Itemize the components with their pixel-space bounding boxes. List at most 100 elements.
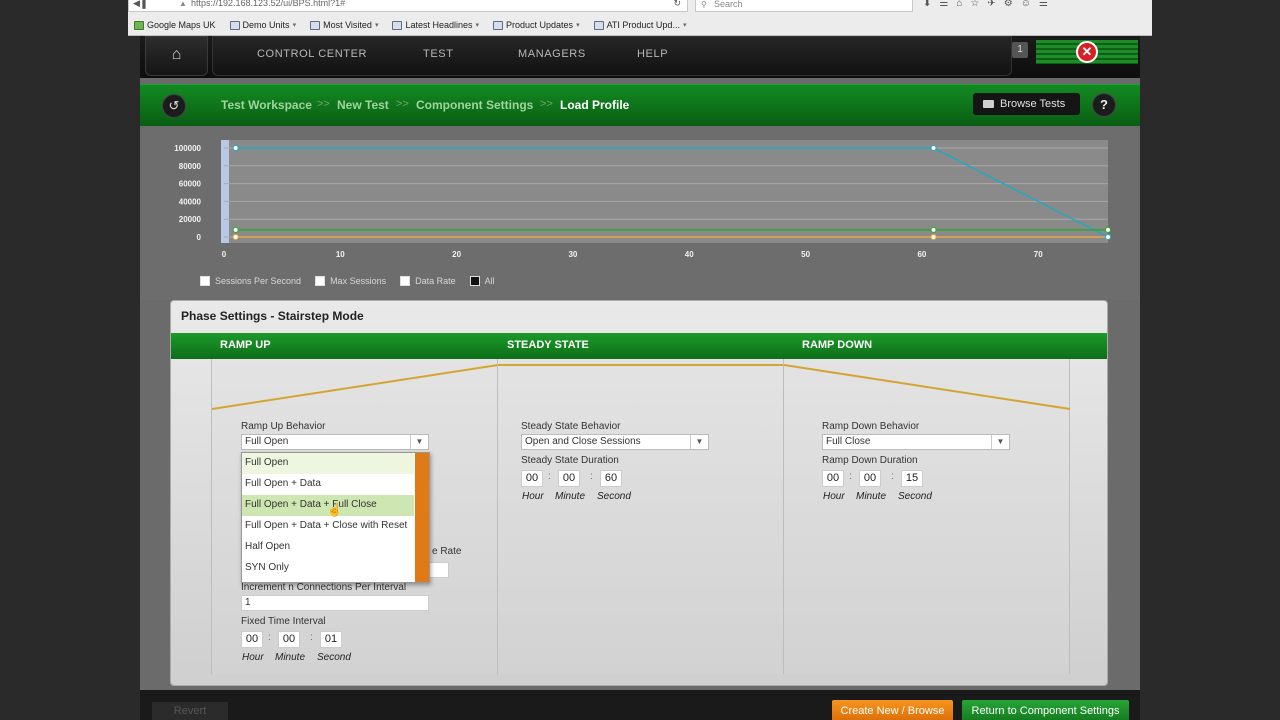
second-unit-label: Second (898, 491, 932, 502)
x-tick-label: 60 (917, 250, 926, 259)
ramp-down-second-field[interactable]: 15 (901, 470, 923, 487)
url-text: https://192.168.123.52/ui/BPS.html?1# (191, 0, 346, 8)
chevron-down-icon: ▾ (475, 22, 480, 29)
breadcrumb-new-test[interactable]: New Test (337, 98, 389, 112)
data-point (930, 226, 937, 233)
menu-managers[interactable]: MANAGERS (518, 48, 586, 60)
menu-help[interactable]: HELP (637, 48, 668, 60)
steady-second-field[interactable]: 60 (600, 470, 622, 487)
x-tick-label: 10 (336, 250, 345, 259)
dropdown-scrollbar[interactable] (415, 453, 429, 582)
x-tick-label: 50 (801, 250, 810, 259)
dropdown-option-full-open-data[interactable]: Full Open + Data (242, 474, 414, 495)
plot-background (224, 140, 1108, 243)
lock-icon: ▲ (179, 0, 187, 8)
browse-tests-label: Browse Tests (1000, 98, 1066, 110)
back-forward-icon[interactable]: ◀ ▌ (133, 0, 149, 9)
breadcrumb-component-settings[interactable]: Component Settings (416, 98, 533, 112)
steady-state-behavior-select[interactable]: Open and Close Sessions ▼ (521, 434, 709, 450)
y-tick-label: 20000 (179, 215, 202, 224)
phase-header-bar: RAMP UP STEADY STATE RAMP DOWN (171, 333, 1107, 359)
data-point (232, 226, 239, 233)
back-button[interactable]: ↺ (162, 94, 186, 118)
folder-icon (229, 20, 240, 30)
checkbox[interactable] (469, 276, 480, 286)
hidden-rate-field[interactable] (429, 562, 449, 578)
chevron-down-icon[interactable]: ▼ (991, 435, 1009, 449)
ramp-down-minute-field[interactable]: 00 (859, 470, 881, 487)
chevron-down-icon[interactable]: ▼ (410, 435, 428, 449)
load-profile-chart: 0 20000 40000 60000 80000 100000 0 10 20 30 40 50 60… (140, 128, 1140, 300)
bookmark-product-updates[interactable]: Product Updates ▾ (493, 17, 580, 33)
ramp-down-hour-field[interactable]: 00 (822, 470, 844, 487)
help-button[interactable]: ? (1092, 93, 1116, 117)
chevron-down-icon: ▾ (682, 22, 687, 29)
data-point (1105, 234, 1111, 240)
bottom-action-bar: Revert Create New / Browse Return to Com… (140, 690, 1140, 720)
checkbox[interactable] (315, 276, 326, 286)
menu-control-center[interactable]: CONTROL CENTER (257, 48, 367, 60)
notification-badge[interactable]: 1 (1012, 42, 1028, 58)
dropdown-option-full-open-data-close-reset[interactable]: Full Open + Data + Close with Reset (242, 516, 414, 537)
steady-state-profile-line (498, 364, 784, 366)
ramp-up-behavior-value: Full Open (245, 436, 289, 447)
increment-connections-input[interactable]: 1 (241, 595, 429, 611)
chevron-down-icon: ▾ (374, 22, 379, 29)
return-to-component-settings-button[interactable]: Return to Component Settings (962, 700, 1129, 720)
breadcrumb: ↺ Test Workspace >> New Test >> Componen… (140, 84, 1140, 126)
y-tick-label: 60000 (179, 180, 202, 189)
checkbox[interactable] (200, 276, 210, 286)
ramp-down-behavior-select[interactable]: Full Close ▼ (822, 434, 1010, 450)
bookmark-label: Most Visited (323, 20, 372, 30)
close-button[interactable]: ✕ (1076, 41, 1098, 63)
dropdown-option-full-open[interactable]: Full Open (242, 453, 414, 474)
ramp-up-behavior-select[interactable]: Full Open ▼ (241, 434, 429, 450)
dropdown-option-half-open[interactable]: Half Open (242, 537, 414, 558)
folder-icon (310, 20, 321, 30)
checkbox[interactable] (400, 276, 411, 286)
ramp-down-behavior-value: Full Close (826, 436, 871, 447)
x-tick-label: 0 (222, 250, 227, 259)
interval-hour-field[interactable]: 00 (241, 631, 263, 648)
hour-unit-label: Hour (242, 652, 264, 663)
legend-max-sessions[interactable]: Max Sessions (315, 276, 386, 286)
legend-sessions-per-second[interactable]: Sessions Per Second (200, 276, 301, 286)
chevron-down-icon[interactable]: ▼ (690, 435, 708, 449)
interval-second-field[interactable]: 01 (320, 631, 342, 648)
browse-tests-button[interactable]: Browse Tests (973, 93, 1080, 115)
ramp-down-behavior-label: Ramp Down Behavior (822, 421, 920, 432)
chevron-down-icon: ▾ (576, 22, 580, 29)
phase-header-ramp-up: RAMP UP (220, 339, 271, 351)
legend-all[interactable]: All (469, 276, 495, 286)
home-icon: ⌂ (171, 46, 182, 63)
bookmark-most-visited[interactable]: Most Visited ▾ (310, 17, 378, 33)
fixed-time-interval-label: Fixed Time Interval (241, 616, 326, 627)
hand-cursor-icon: ☝ (327, 503, 342, 517)
dropdown-option-syn-only[interactable]: SYN Only (242, 558, 414, 579)
x-tick-label: 30 (568, 250, 577, 259)
ramp-up-behavior-label: Ramp Up Behavior (241, 421, 326, 432)
time-separator: : (268, 632, 271, 643)
breadcrumb-test-workspace[interactable]: Test Workspace (221, 98, 312, 112)
ramp-up-profile-line (212, 364, 499, 410)
browser-toolbar-icons[interactable]: ⬇☰⌂☆✈⚙☺☰ (923, 0, 1056, 9)
create-new-browse-button[interactable]: Create New / Browse (832, 700, 953, 720)
home-button[interactable]: ⌂ (145, 36, 208, 76)
bookmark-latest-headlines[interactable]: Latest Headlines ▾ (392, 17, 479, 33)
phase-header-ramp-down: RAMP DOWN (802, 339, 873, 351)
url-bar[interactable]: ◀ ▌ ▲ https://192.168.123.52/ui/BPS.html… (128, 0, 688, 12)
menu-test[interactable]: TEST (423, 48, 454, 60)
revert-button[interactable]: Revert (152, 702, 228, 720)
bookmark-ati-product-updates[interactable]: ATI Product Upd... ▾ (593, 17, 687, 33)
steady-minute-field[interactable]: 00 (558, 470, 580, 487)
interval-minute-field[interactable]: 00 (278, 631, 300, 648)
main-menu: CONTROL CENTER TEST MANAGERS HELP (212, 36, 1012, 76)
steady-hour-field[interactable]: 00 (521, 470, 543, 487)
reload-icon[interactable]: ↻ (673, 0, 681, 9)
browser-search-input[interactable]: ⚲ Search (695, 0, 913, 12)
hidden-rate-label: e Rate (432, 546, 462, 557)
legend-data-rate[interactable]: Data Rate (400, 276, 456, 286)
ramp-down-duration-label: Ramp Down Duration (822, 455, 918, 466)
bookmark-google-maps[interactable]: Google Maps UK (134, 17, 216, 33)
bookmark-demo-units[interactable]: Demo Units ▾ (229, 17, 296, 33)
